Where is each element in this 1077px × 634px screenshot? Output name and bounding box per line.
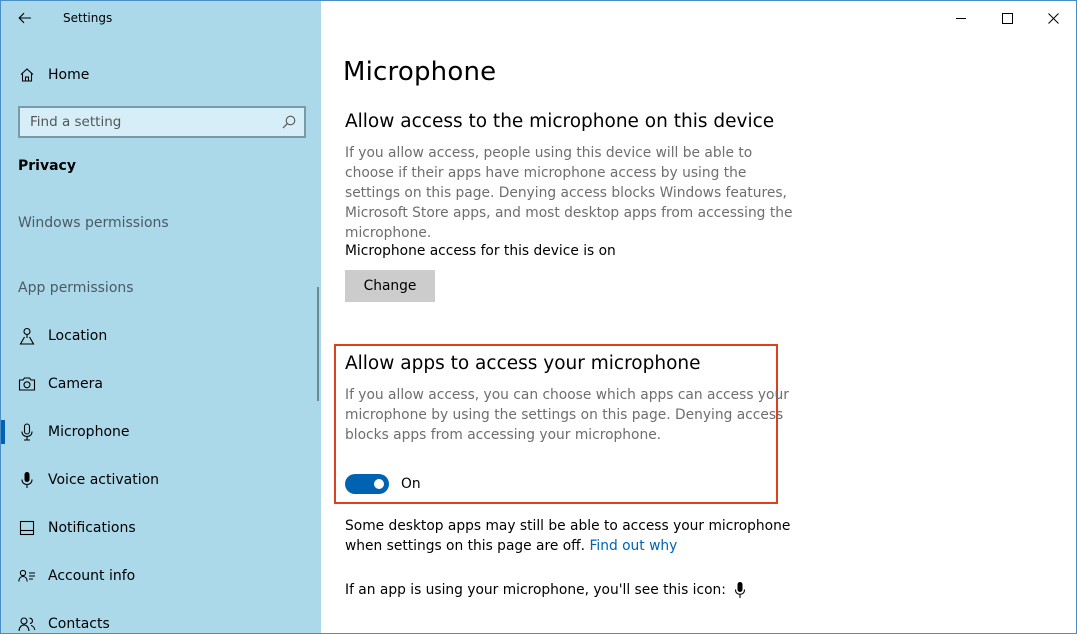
toggle-knob bbox=[374, 479, 384, 489]
app-access-description: If you allow access, you can choose whic… bbox=[345, 387, 789, 443]
camera-icon bbox=[17, 374, 37, 394]
app-access-heading: Allow apps to access your microphone bbox=[345, 353, 701, 374]
device-access-heading: Allow access to the microphone on this d… bbox=[345, 111, 775, 132]
sidebar-item-location[interactable]: Location bbox=[1, 316, 317, 356]
app-access-toggle[interactable] bbox=[345, 474, 389, 494]
app-permissions-heading: App permissions bbox=[18, 280, 134, 296]
sidebar-item-label: Home bbox=[48, 67, 90, 83]
sidebar-item-label: Account info bbox=[48, 568, 136, 584]
mic-in-use-text: If an app is using your microphone, you'… bbox=[345, 582, 726, 598]
sidebar: Settings Home Privacy Windows permission… bbox=[1, 1, 321, 633]
selection-indicator bbox=[1, 420, 5, 444]
sidebar-item-microphone[interactable]: Microphone bbox=[1, 412, 317, 452]
account-info-icon bbox=[17, 566, 37, 586]
section-title-privacy: Privacy bbox=[18, 158, 76, 174]
settings-window: Settings Home Privacy Windows permission… bbox=[0, 0, 1077, 634]
device-access-description: If you allow access, people using this d… bbox=[345, 145, 793, 241]
device-access-status: Microphone access for this device is on bbox=[345, 243, 616, 259]
toggle-state-label: On bbox=[401, 476, 421, 492]
main-content: Microphone Allow access to the microphon… bbox=[321, 1, 1076, 633]
notifications-icon bbox=[17, 518, 37, 538]
mic-in-use-note: If an app is using your microphone, you'… bbox=[345, 581, 746, 599]
sidebar-item-label: Voice activation bbox=[48, 472, 160, 488]
windows-permissions-heading: Windows permissions bbox=[18, 215, 169, 231]
sidebar-item-label: Location bbox=[48, 328, 108, 344]
app-title: Settings bbox=[63, 11, 113, 25]
sidebar-item-contacts[interactable]: Contacts bbox=[1, 604, 317, 633]
contacts-icon bbox=[17, 614, 37, 633]
title-bar-left: Settings bbox=[1, 1, 321, 35]
search-box[interactable] bbox=[18, 106, 306, 138]
sidebar-item-account-info[interactable]: Account info bbox=[1, 556, 317, 596]
home-icon bbox=[17, 65, 37, 85]
sidebar-item-label: Microphone bbox=[48, 424, 130, 440]
change-button[interactable]: Change bbox=[345, 270, 435, 302]
sidebar-scrollbar[interactable] bbox=[317, 287, 319, 401]
voice-activation-icon bbox=[17, 470, 37, 490]
sidebar-item-voice-activation[interactable]: Voice activation bbox=[1, 460, 317, 500]
microphone-in-use-icon bbox=[734, 582, 745, 598]
back-button[interactable] bbox=[9, 5, 41, 31]
search-input[interactable] bbox=[20, 114, 270, 130]
page-title: Microphone bbox=[343, 57, 497, 87]
sidebar-item-notifications[interactable]: Notifications bbox=[1, 508, 317, 548]
find-out-why-link[interactable]: Find out why bbox=[589, 538, 677, 554]
location-icon bbox=[17, 326, 37, 346]
sidebar-item-camera[interactable]: Camera bbox=[1, 364, 317, 404]
desktop-apps-note: Some desktop apps may still be able to a… bbox=[345, 516, 805, 556]
sidebar-item-home[interactable]: Home bbox=[1, 59, 321, 91]
sidebar-item-label: Camera bbox=[48, 376, 103, 392]
sidebar-item-label: Contacts bbox=[48, 616, 110, 632]
microphone-icon bbox=[17, 422, 37, 442]
sidebar-item-label: Notifications bbox=[48, 520, 136, 536]
search-icon[interactable] bbox=[281, 114, 297, 130]
back-arrow-icon bbox=[18, 12, 31, 24]
desktop-apps-note-text: Some desktop apps may still be able to a… bbox=[345, 518, 791, 554]
